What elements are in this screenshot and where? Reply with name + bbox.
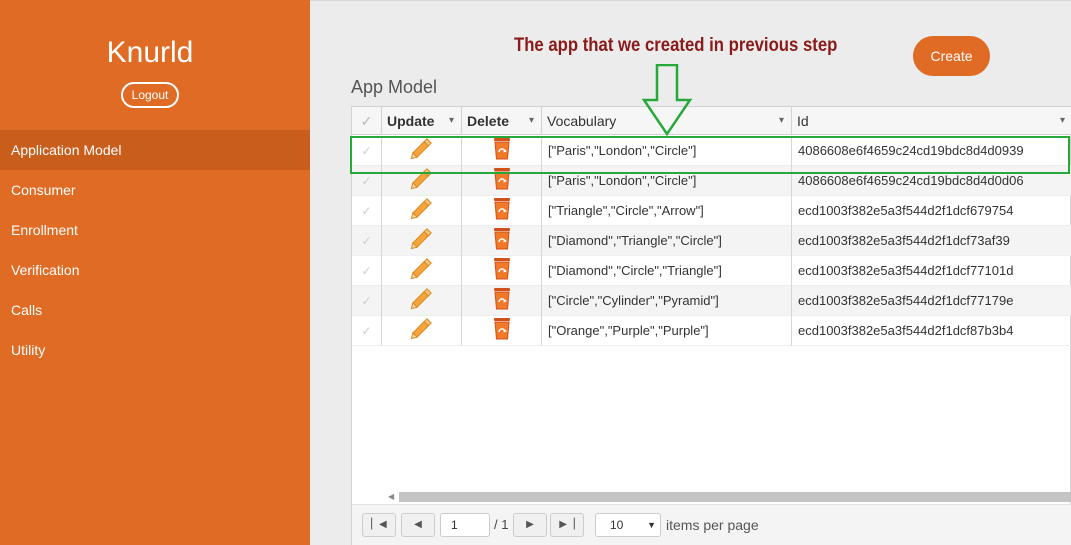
check-icon: ✓	[361, 204, 372, 218]
row-checkbox[interactable]: ✓	[352, 316, 382, 346]
update-button[interactable]	[382, 256, 462, 286]
row-checkbox[interactable]: ✓	[352, 136, 382, 166]
update-button[interactable]	[382, 196, 462, 226]
recycle-bin-icon	[491, 316, 513, 351]
column-header-id[interactable]: Id ▾	[792, 107, 1071, 135]
sidebar-item-calls[interactable]: Calls	[0, 290, 310, 330]
table-row[interactable]: ✓ ["Circle","Cylinder","Pyramid"] ecd1003f…	[352, 286, 1071, 316]
grid-rows: ✓ ["Paris","London","Circle"] 4086608e6f46…	[352, 136, 1071, 346]
vocabulary-cell: ["Paris","London","Circle"]	[542, 166, 792, 196]
prev-page-button[interactable]: ◀	[401, 513, 435, 537]
update-button[interactable]	[382, 226, 462, 256]
vocabulary-cell: ["Triangle","Circle","Arrow"]	[542, 196, 792, 226]
page-number-input[interactable]: 1	[440, 513, 490, 537]
column-label: Vocabulary	[547, 113, 617, 129]
grid-header: ✓ Update ▾ Delete ▾ Vocabulary ▾ Id ▾	[352, 107, 1071, 135]
page-count: / 1	[494, 517, 509, 532]
last-page-button[interactable]: ▶▕	[550, 513, 584, 537]
check-icon: ✓	[360, 113, 373, 129]
id-cell: ecd1003f382e5a3f544d2f1dcf73af39	[798, 233, 1010, 248]
chevron-down-icon[interactable]: ▾	[779, 107, 784, 135]
vocabulary-cell: ["Orange","Purple","Purple"]	[542, 316, 792, 346]
table-row[interactable]: ✓ ["Diamond","Circle","Triangle"] ecd1003f…	[352, 256, 1071, 286]
scroll-left-icon[interactable]: ◀	[388, 491, 394, 503]
table-row[interactable]: ✓ ["Triangle","Circle","Arrow"] ecd1003f38…	[352, 196, 1071, 226]
vocabulary-cell: ["Paris","London","Circle"]	[542, 136, 792, 166]
pencil-icon	[409, 316, 435, 351]
id-cell: ecd1003f382e5a3f544d2f1dcf679754	[798, 203, 1014, 218]
check-icon: ✓	[361, 264, 372, 278]
select-all-checkbox[interactable]: ✓	[352, 107, 382, 135]
sidebar: Knurld Logout Application Model Consumer…	[0, 0, 310, 545]
chevron-down-icon[interactable]: ▾	[449, 107, 454, 135]
delete-button[interactable]	[462, 256, 542, 286]
update-button[interactable]	[382, 166, 462, 196]
brand-title: Knurld	[106, 36, 194, 69]
caret-down-icon: ▼	[647, 520, 656, 530]
column-label: Update	[387, 113, 435, 129]
check-icon: ✓	[361, 234, 372, 248]
vocabulary-cell: ["Diamond","Circle","Triangle"]	[542, 256, 792, 286]
logout-button[interactable]: Logout	[121, 82, 179, 108]
row-checkbox[interactable]: ✓	[352, 256, 382, 286]
items-per-page-label: items per page	[666, 517, 759, 533]
table-row[interactable]: ✓ ["Paris","London","Circle"] 4086608e6f46…	[352, 136, 1071, 166]
table-row[interactable]: ✓ ["Paris","London","Circle"] 4086608e6f46…	[352, 166, 1071, 196]
delete-button[interactable]	[462, 166, 542, 196]
app-model-grid: ✓ Update ▾ Delete ▾ Vocabulary ▾ Id ▾ ✓ ["Par…	[351, 106, 1071, 545]
delete-button[interactable]	[462, 316, 542, 346]
pager: ▏◀ ◀ 1 / 1 ▶ ▶▕ 10 ▼ items per page	[352, 504, 1071, 545]
check-icon: ✓	[361, 294, 372, 308]
vocabulary-cell: ["Circle","Cylinder","Pyramid"]	[542, 286, 792, 316]
page-size-value: 10	[610, 518, 624, 532]
column-header-update[interactable]: Update ▾	[382, 107, 462, 135]
id-cell: ecd1003f382e5a3f544d2f1dcf77101d	[798, 263, 1014, 278]
first-page-button[interactable]: ▏◀	[362, 513, 396, 537]
vocabulary-cell: ["Diamond","Triangle","Circle"]	[542, 226, 792, 256]
create-button[interactable]: Create	[913, 36, 990, 76]
update-button[interactable]	[382, 286, 462, 316]
sidebar-item-utility[interactable]: Utility	[0, 330, 310, 370]
delete-button[interactable]	[462, 226, 542, 256]
chevron-down-icon[interactable]: ▾	[1060, 107, 1065, 135]
update-button[interactable]	[382, 136, 462, 166]
sidebar-item-application-model[interactable]: Application Model	[0, 130, 310, 170]
row-checkbox[interactable]: ✓	[352, 166, 382, 196]
sidebar-nav: Application Model Consumer Enrollment Ve…	[0, 130, 310, 370]
delete-button[interactable]	[462, 286, 542, 316]
id-cell: ecd1003f382e5a3f544d2f1dcf87b3b4	[798, 323, 1014, 338]
delete-button[interactable]	[462, 136, 542, 166]
check-icon: ✓	[361, 174, 372, 188]
sidebar-item-verification[interactable]: Verification	[0, 250, 310, 290]
next-page-button[interactable]: ▶	[513, 513, 547, 537]
check-icon: ✓	[361, 144, 372, 158]
delete-button[interactable]	[462, 196, 542, 226]
id-cell: ecd1003f382e5a3f544d2f1dcf77179e	[798, 293, 1014, 308]
update-button[interactable]	[382, 316, 462, 346]
row-checkbox[interactable]: ✓	[352, 226, 382, 256]
check-icon: ✓	[361, 324, 372, 338]
row-checkbox[interactable]: ✓	[352, 286, 382, 316]
chevron-down-icon[interactable]: ▾	[529, 107, 534, 135]
column-header-delete[interactable]: Delete ▾	[462, 107, 542, 135]
annotation-text: The app that we created in previous step	[514, 35, 838, 56]
id-cell: 4086608e6f4659c24cd19bdc8d4d0d06	[798, 173, 1024, 188]
sidebar-item-enrollment[interactable]: Enrollment	[0, 210, 310, 250]
table-row[interactable]: ✓ ["Diamond","Triangle","Circle"] ecd1003f…	[352, 226, 1071, 256]
column-label: Delete	[467, 113, 510, 129]
sidebar-item-consumer[interactable]: Consumer	[0, 170, 310, 210]
page-size-select[interactable]: 10 ▼	[595, 513, 661, 537]
page-title: App Model	[351, 77, 438, 97]
column-label: Id	[797, 113, 809, 129]
row-checkbox[interactable]: ✓	[352, 196, 382, 226]
down-arrow-annotation	[641, 64, 693, 136]
id-cell: 4086608e6f4659c24cd19bdc8d4d0939	[798, 143, 1024, 158]
horizontal-scrollbar[interactable]: ◀	[352, 491, 1071, 503]
scrollbar-thumb[interactable]	[399, 492, 1071, 502]
table-row[interactable]: ✓ ["Orange","Purple","Purple"] ecd1003f382…	[352, 316, 1071, 346]
